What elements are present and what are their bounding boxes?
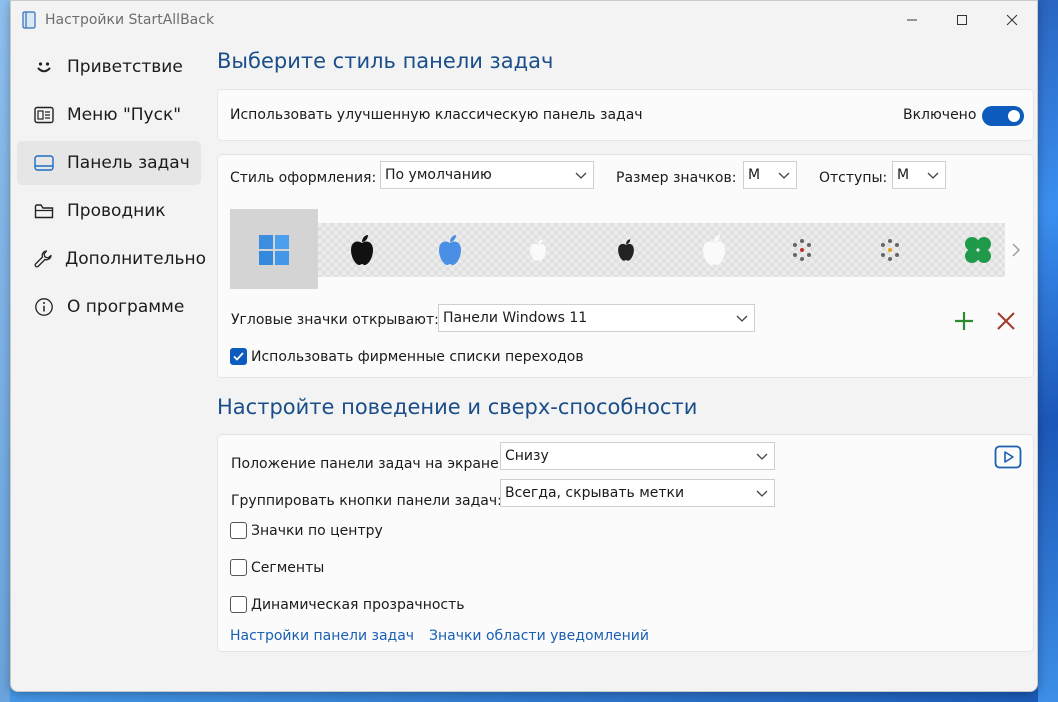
apple-black-icon[interactable] [345, 233, 379, 267]
maximize-icon [957, 15, 967, 25]
desktop-left-edge [0, 0, 10, 702]
clover-green-icon[interactable] [961, 233, 995, 267]
video-play-icon[interactable] [994, 445, 1022, 469]
chevron-down-icon [778, 172, 790, 179]
sidebar-item-about[interactable]: О программе [17, 285, 201, 329]
sidebar-item-start-menu[interactable]: Меню "Пуск" [17, 93, 201, 137]
theme-label: Стиль оформления: [230, 170, 377, 186]
corner-icons-value: Панели Windows 11 [443, 310, 588, 326]
taskbar-icon [33, 152, 55, 174]
sidebar-item-label: Проводник [67, 201, 166, 221]
behavior-card: Положение панели задач на экране: Снизу … [217, 434, 1034, 652]
sidebar-item-welcome[interactable]: Приветствие [17, 45, 201, 89]
sidebar-item-label: Меню "Пуск" [67, 105, 182, 125]
maximize-button[interactable] [937, 1, 987, 39]
remove-icon[interactable] [996, 311, 1016, 331]
apple-blue-icon[interactable] [433, 233, 467, 267]
settings-window: Настройки StartAllBack Приветствие Меню … [10, 0, 1038, 692]
apple-small-black-icon[interactable] [609, 233, 643, 267]
jumplists-checkbox[interactable] [230, 348, 247, 365]
center-icons-label: Значки по центру [251, 523, 383, 539]
segments-label: Сегменты [251, 560, 325, 576]
folder-icon [33, 200, 55, 222]
position-value: Снизу [505, 448, 549, 464]
section-title-taskbar-style: Выберите стиль панели задач [217, 49, 554, 73]
sidebar-item-advanced[interactable]: Дополнительно [17, 237, 206, 281]
enhanced-taskbar-label: Использовать улучшенную классическую пан… [230, 107, 643, 123]
padding-dropdown[interactable]: M [892, 161, 946, 189]
padding-label: Отступы: [819, 170, 888, 186]
dots-circle-icon[interactable] [785, 233, 819, 267]
chevron-down-icon [756, 453, 768, 460]
close-button[interactable] [987, 1, 1037, 39]
position-dropdown[interactable]: Снизу [500, 442, 775, 470]
dynamic-transparency-checkbox[interactable] [230, 596, 247, 613]
theme-dropdown[interactable]: По умолчанию [380, 161, 594, 189]
appearance-card: Стиль оформления: По умолчанию Размер зн… [217, 154, 1034, 378]
apple-white-icon[interactable] [521, 233, 555, 267]
add-icon[interactable] [953, 310, 975, 332]
chevron-down-icon [756, 490, 768, 497]
start-menu-icon [33, 104, 55, 126]
sidebar-item-label: Панель задач [67, 153, 190, 173]
sidebar: Приветствие Меню "Пуск" Панель задач Про… [11, 41, 207, 333]
dynamic-transparency-label: Динамическая прозрачность [251, 597, 465, 613]
wrench-icon [33, 248, 53, 270]
info-icon [33, 296, 55, 318]
group-value: Всегда, скрывать метки [505, 485, 685, 501]
icon-size-dropdown[interactable]: M [743, 161, 797, 189]
position-label: Положение панели задач на экране: [231, 456, 504, 472]
chevron-right-icon[interactable] [1011, 242, 1021, 258]
window-title: Настройки StartAllBack [45, 12, 215, 28]
theme-value: По умолчанию [385, 167, 492, 183]
minimize-button[interactable] [887, 1, 937, 39]
enhanced-toggle-state: Включено [903, 107, 977, 123]
section-title-behavior: Настройте поведение и сверх-способности [217, 395, 698, 419]
icon-size-label: Размер значков: [616, 170, 737, 186]
enhanced-taskbar-card: Использовать улучшенную классическую пан… [217, 89, 1034, 141]
taskbar-settings-link[interactable]: Настройки панели задач [230, 628, 414, 644]
chevron-down-icon [575, 172, 587, 179]
minimize-icon [907, 19, 917, 21]
tray-icons-link[interactable]: Значки области уведомлений [429, 628, 649, 644]
sidebar-item-label: О программе [67, 297, 185, 317]
group-label: Группировать кнопки панели задач: [231, 493, 502, 509]
segments-checkbox[interactable] [230, 559, 247, 576]
sidebar-item-label: Приветствие [67, 57, 183, 77]
apple-white-large-icon[interactable] [697, 233, 731, 267]
sidebar-item-explorer[interactable]: Проводник [17, 189, 201, 233]
group-dropdown[interactable]: Всегда, скрывать метки [500, 479, 775, 507]
smiley-icon [33, 56, 55, 78]
padding-value: M [897, 167, 910, 183]
desktop-wallpaper [1038, 0, 1058, 702]
windows11-logo-icon[interactable] [257, 233, 291, 267]
sidebar-item-taskbar[interactable]: Панель задач [17, 141, 201, 185]
corner-icons-label: Угловые значки открывают: [231, 312, 439, 328]
enhanced-taskbar-toggle[interactable] [982, 106, 1024, 126]
chevron-down-icon [927, 172, 939, 179]
icon-size-value: M [748, 167, 761, 183]
close-icon [1006, 14, 1018, 26]
title-bar: Настройки StartAllBack [11, 1, 1037, 39]
center-icons-checkbox[interactable] [230, 522, 247, 539]
corner-icons-dropdown[interactable]: Панели Windows 11 [438, 304, 755, 332]
app-book-icon [22, 11, 36, 29]
sidebar-item-label: Дополнительно [65, 249, 206, 269]
chevron-down-icon [736, 315, 748, 322]
checkmark-icon [233, 352, 244, 361]
jumplists-label: Использовать фирменные списки переходов [251, 349, 584, 365]
dots-color-icon[interactable] [873, 233, 907, 267]
